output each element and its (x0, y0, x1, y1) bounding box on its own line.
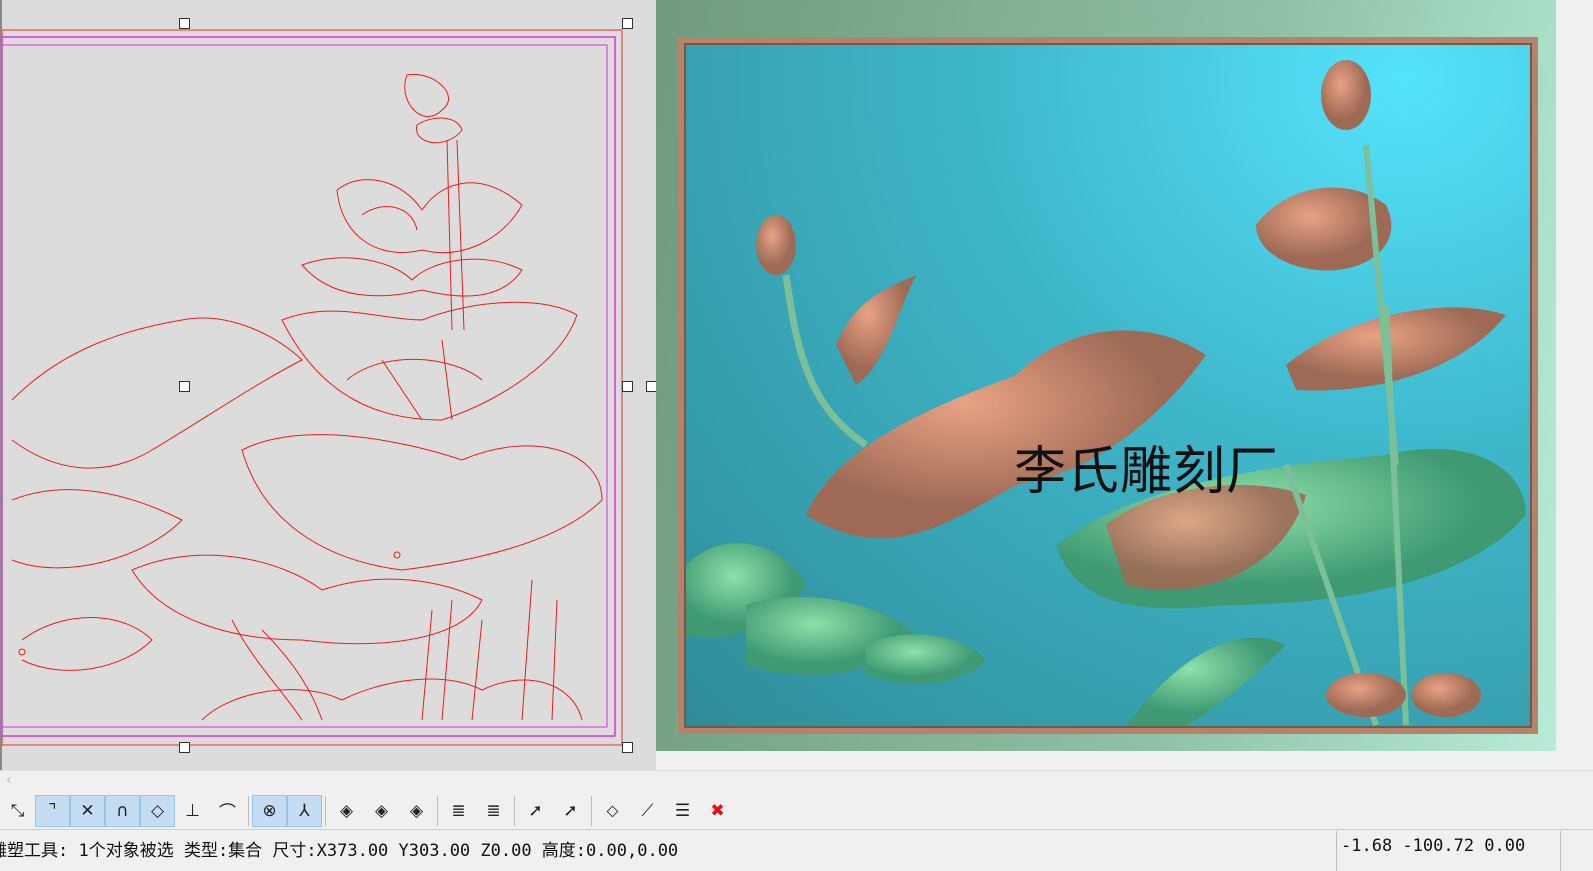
grid-point-3-icon: ◈ (409, 800, 424, 821)
selection-handle[interactable] (179, 742, 190, 753)
grid-point-3-button[interactable]: ◈ (399, 795, 434, 827)
layer-point-icon: ≣ (451, 800, 466, 821)
axis-button[interactable]: ⅄ (287, 794, 322, 827)
grid-point-2-button[interactable]: ◈ (364, 795, 399, 827)
snap-intersection-icon: ✕ (80, 800, 95, 821)
snap-intersection-button[interactable]: ✕ (70, 794, 105, 827)
toolbar-separator (591, 795, 592, 826)
watermark-text: 李氏雕刻厂 (1014, 442, 1280, 502)
selection-handle[interactable] (622, 18, 633, 29)
toolbar-separator (248, 795, 249, 826)
list-point-button[interactable]: ☰ (665, 795, 700, 827)
snap-center-icon: ⊗ (262, 800, 277, 821)
layer-snap-icon: ≣ (486, 800, 501, 821)
toolbar-separator (325, 795, 326, 826)
snap-cross-button[interactable]: ⤡ (0, 795, 35, 827)
select-point-button[interactable]: ➚ (518, 795, 553, 827)
grid-point-2-icon: ◈ (374, 800, 389, 821)
layer-snap-button[interactable]: ≣ (476, 795, 511, 827)
line-point-icon: ⟋ (641, 800, 654, 821)
grid-point-1-icon: ◈ (339, 800, 354, 821)
snap-endpoint-icon: ⌝ (48, 800, 57, 821)
deselect-button[interactable]: ➚ (553, 795, 588, 827)
status-message: 雕塑工具: 1个对象被选 类型:集合 尺寸:X373.00 Y303.00 Z0… (0, 841, 679, 861)
snap-tangent-button[interactable]: ⌒ (210, 795, 245, 827)
snap-center-button[interactable]: ⊗ (252, 794, 287, 827)
snap-perpendicular-button[interactable]: ⊥ (175, 795, 210, 827)
snap-cross-icon: ⤡ (10, 800, 25, 821)
lotus-line-drawing (2, 29, 623, 746)
deselect-icon: ➚ (563, 800, 578, 821)
move-point-icon: ⬦ (606, 800, 619, 821)
selection-handle[interactable] (622, 381, 633, 392)
close-button[interactable]: ✖ (700, 795, 735, 827)
lotus-relief-image: 李氏雕刻厂 (686, 45, 1530, 726)
snap-quadrant-button[interactable]: ◇ (140, 794, 175, 827)
close-icon: ✖ (710, 800, 725, 821)
snap-tangent-icon: ⌒ (219, 803, 236, 823)
move-point-button[interactable]: ⬦ (595, 795, 630, 827)
select-point-icon: ➚ (528, 800, 543, 821)
selection-handle[interactable] (179, 381, 190, 392)
vector-canvas[interactable] (0, 0, 657, 770)
line-point-button[interactable]: ⟋ (630, 795, 665, 827)
horizontal-scrollbar[interactable]: ‹ (0, 770, 1593, 792)
cursor-coordinates: -1.68 -100.72 0.00 (1336, 831, 1561, 871)
relief-3d-view[interactable]: 李氏雕刻厂 (656, 0, 1556, 751)
selection-handle[interactable] (179, 18, 190, 29)
layer-point-button[interactable]: ≣ (441, 795, 476, 827)
axis-icon: ⅄ (299, 800, 310, 821)
grid-point-1-button[interactable]: ◈ (329, 795, 364, 827)
snap-toolbar: ⤡ ⌝ ✕ ∩ ◇ ⊥ ⌒ ⊗ ⅄ ◈ ◈ ◈ ≣ ≣ ➚ ➚ ⬦ ⟋ ☰ ✖ (0, 792, 1593, 830)
toolbar-separator (437, 795, 438, 826)
toolbar-separator (514, 795, 515, 826)
scroll-left-icon[interactable]: ‹ (6, 772, 12, 788)
snap-perpendicular-icon: ⊥ (185, 800, 200, 821)
list-point-icon: ☰ (674, 800, 691, 821)
snap-arc-icon: ∩ (116, 800, 129, 821)
status-bar: 雕塑工具: 1个对象被选 类型:集合 尺寸:X373.00 Y303.00 Z0… (0, 831, 1593, 871)
snap-endpoint-button[interactable]: ⌝ (35, 794, 70, 827)
snap-arc-button[interactable]: ∩ (105, 794, 140, 827)
snap-quadrant-icon: ◇ (150, 800, 165, 821)
selection-handle[interactable] (622, 742, 633, 753)
